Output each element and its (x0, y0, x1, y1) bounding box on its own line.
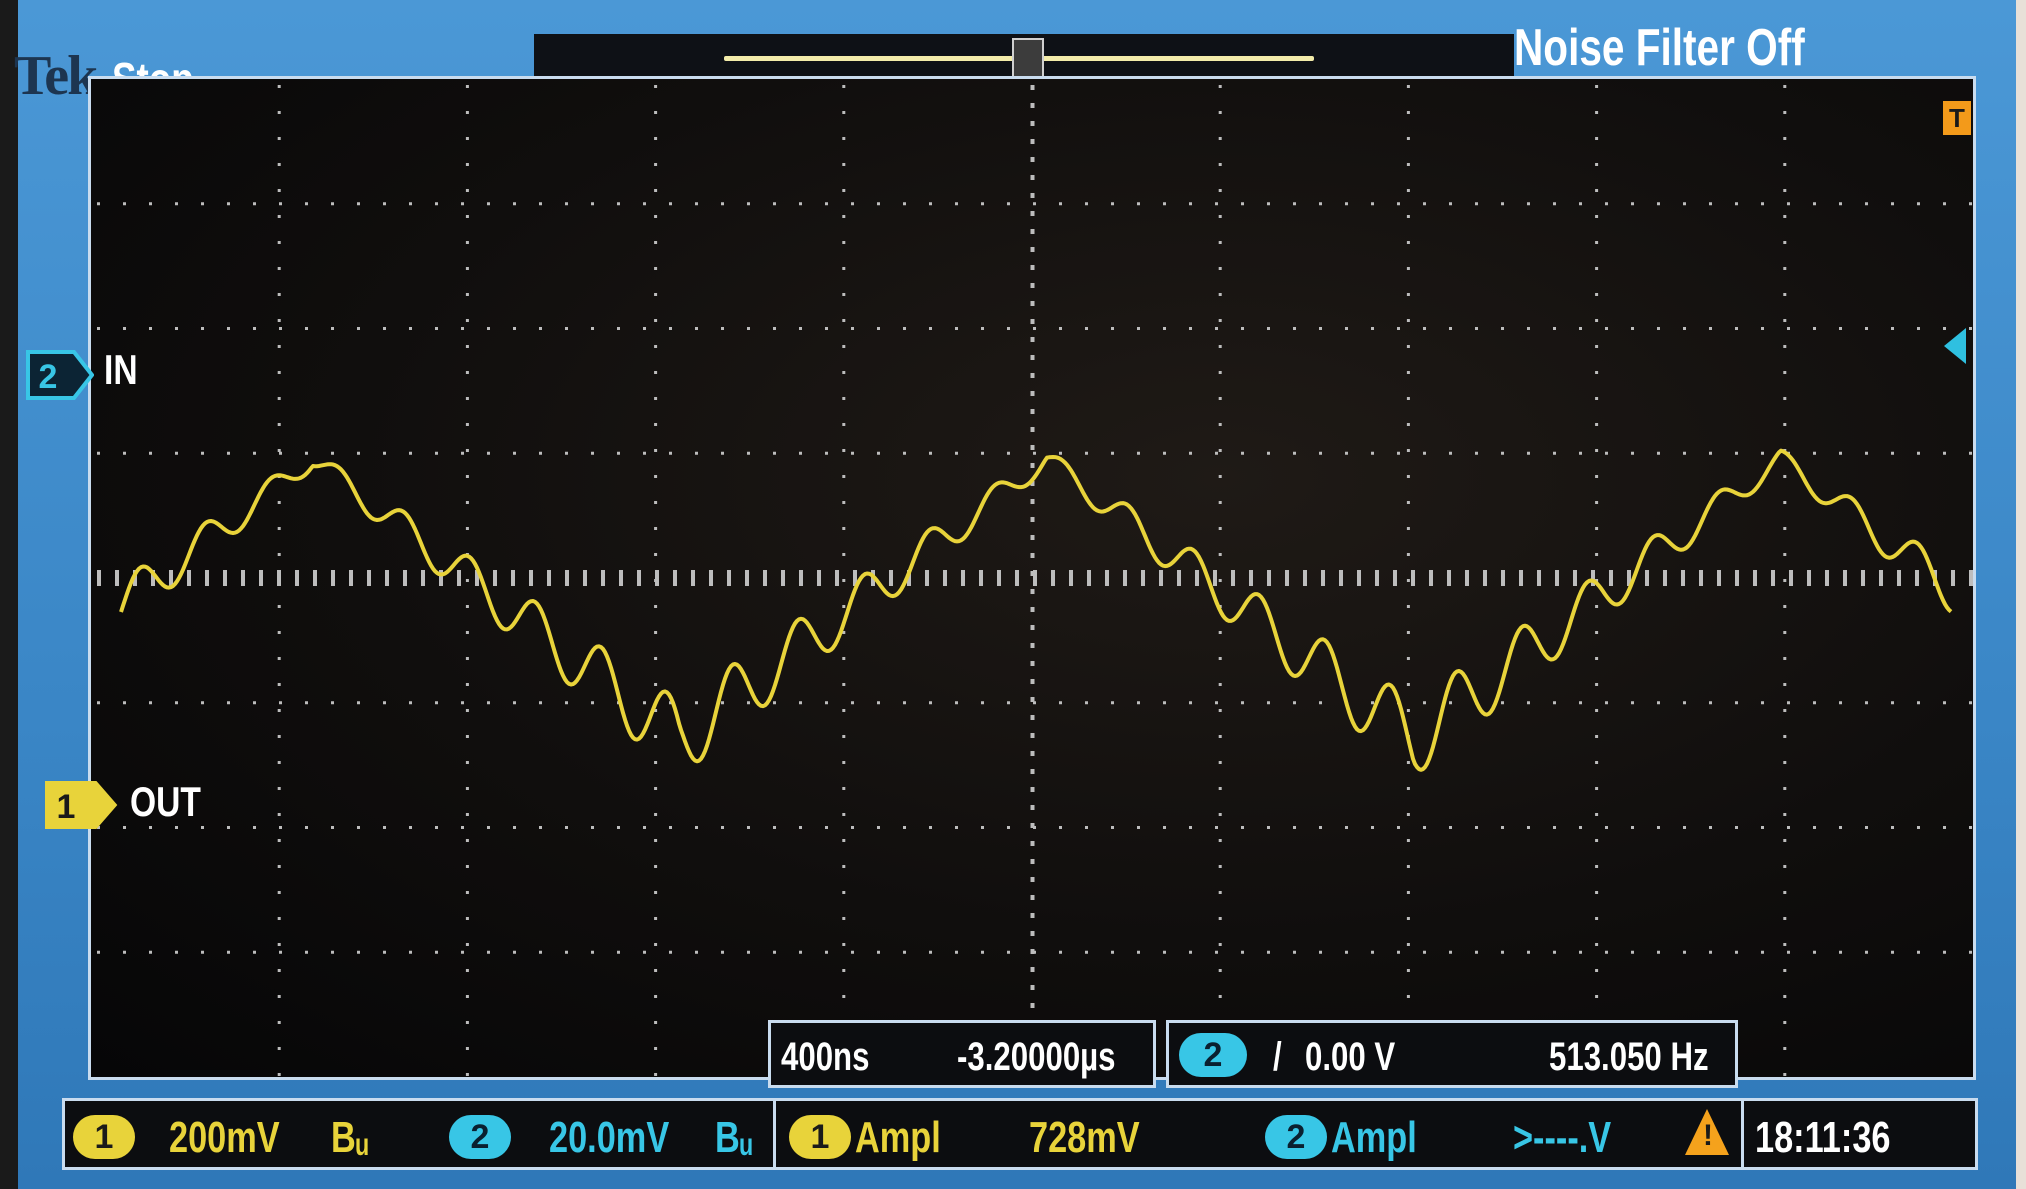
ch2-marker-number: 2 (39, 358, 58, 396)
trigger-level: 0.00 V (1305, 1035, 1396, 1079)
ch2-badge[interactable]: 2 (449, 1115, 511, 1159)
ch2-ground-marker[interactable]: 2 (26, 350, 94, 400)
horizontal-delay: -3.20000µs (957, 1035, 1116, 1079)
ch2-bw-limit: Bᵤ (715, 1113, 753, 1162)
trigger-point-icon: T (1943, 101, 1971, 135)
meas2-value: >----.V (1513, 1113, 1612, 1162)
ch1-label: OUT (130, 778, 201, 825)
ch1-waveform (119, 448, 1953, 772)
meas1-source-badge: 1 (789, 1115, 851, 1159)
horizontal-scale: 400ns (781, 1035, 870, 1079)
brand-logo: Tek (14, 45, 98, 107)
monitor-frame-left (0, 0, 18, 1189)
meas2-source-badge: 2 (1265, 1115, 1327, 1159)
ch1-trace (119, 448, 1953, 772)
clock-time: 18:11:36 (1755, 1113, 1891, 1162)
monitor-frame-right (2016, 0, 2026, 1189)
ch1-badge[interactable]: 1 (73, 1115, 135, 1159)
rising-edge-icon: / (1273, 1035, 1282, 1079)
bottom-divider (773, 1101, 776, 1167)
waveform-display[interactable]: T (88, 76, 1976, 1080)
trigger-frequency: 513.050 Hz (1549, 1035, 1709, 1079)
trigger-readout[interactable]: 2 / 0.00 V 513.050 Hz (1166, 1020, 1738, 1088)
ch1-marker-number: 1 (57, 788, 76, 826)
trigger-level-icon[interactable] (1944, 328, 1966, 364)
ch1-ground-marker[interactable]: 1 (44, 780, 118, 830)
warning-exclamation: ! (1703, 1119, 1713, 1152)
ch2-vertical-scale[interactable]: 20.0mV (549, 1113, 669, 1163)
meas2-name[interactable]: Ampl (1331, 1113, 1417, 1163)
meas1-name[interactable]: Ampl (855, 1113, 941, 1163)
ch2-label: IN (104, 346, 138, 393)
bottom-status-bar: 1 200mV Bᵤ 2 20.0mV Bᵤ 1 Ampl 728mV 2 Am… (62, 1098, 1978, 1170)
meas1-value: 728mV (1029, 1113, 1140, 1162)
trigger-source-badge: 2 (1179, 1033, 1247, 1077)
horizontal-readout[interactable]: 400ns -3.20000µs (768, 1020, 1156, 1088)
ch1-vertical-scale[interactable]: 200mV (169, 1113, 280, 1163)
ch1-bw-limit: Bᵤ (331, 1113, 369, 1162)
bottom-divider (1741, 1101, 1744, 1167)
noise-filter-status[interactable]: Noise Filter Off (1514, 18, 1805, 78)
